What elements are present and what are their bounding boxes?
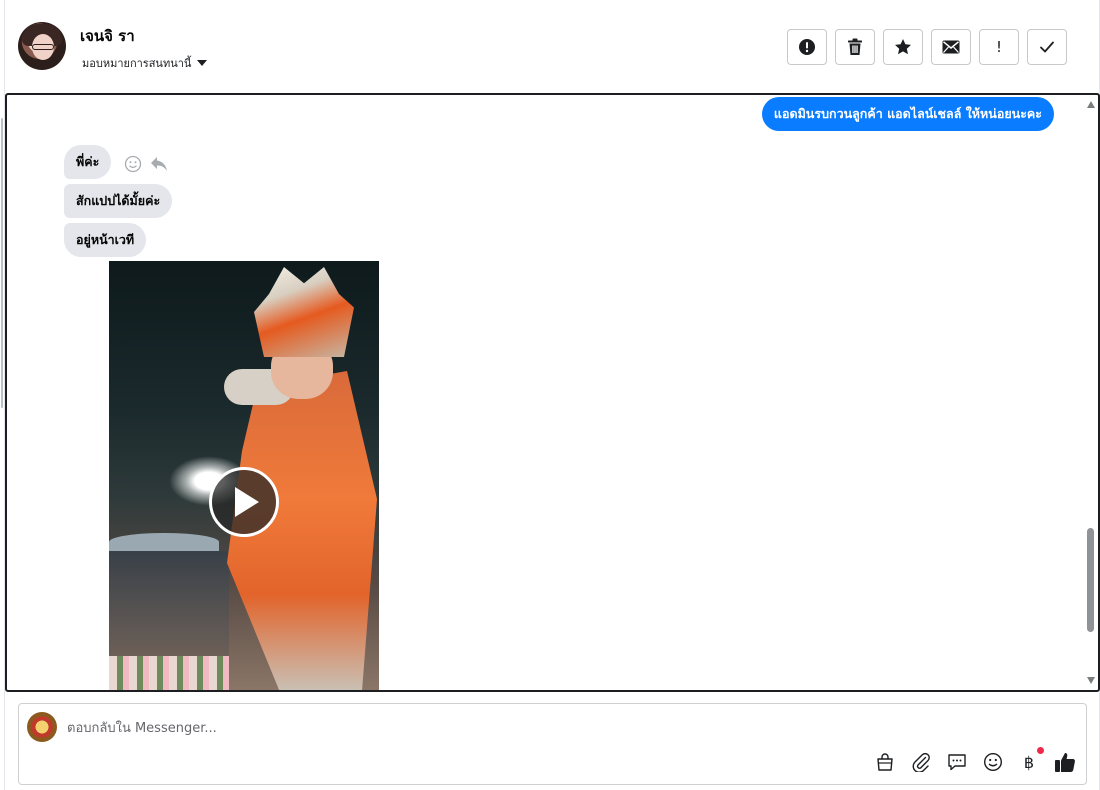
page-avatar bbox=[27, 712, 57, 742]
conversation-header: เจนจิ รา มอบหมายการสนทนานี้ ! bbox=[0, 0, 1100, 92]
envelope-icon bbox=[942, 40, 960, 54]
saved-replies-icon[interactable] bbox=[946, 751, 968, 773]
incoming-message[interactable]: พี่ค่ะ bbox=[64, 145, 112, 179]
play-icon[interactable] bbox=[209, 467, 279, 537]
thread-scrollbar-thumb[interactable] bbox=[1087, 528, 1094, 632]
scroll-up-arrow-icon[interactable] bbox=[1087, 101, 1095, 108]
notification-dot bbox=[1037, 747, 1044, 754]
contact-avatar[interactable] bbox=[18, 22, 66, 70]
star-icon bbox=[894, 38, 912, 56]
assign-conversation-dropdown[interactable]: มอบหมายการสนทนานี้ bbox=[82, 54, 208, 72]
left-scrollbar-thumb[interactable] bbox=[1, 118, 3, 408]
outgoing-message[interactable]: แอดมินรบกวนลูกค้า แอดไลน์เชลล์ ให้หน่อยน… bbox=[761, 97, 1054, 131]
paperclip-icon[interactable] bbox=[910, 751, 932, 773]
thread-scrollbar[interactable] bbox=[1084, 95, 1098, 690]
conversation-toolbar: ! bbox=[787, 29, 1067, 65]
incoming-message[interactable]: สักแปปได้มั้ยค่ะ bbox=[64, 184, 173, 218]
assign-conversation-label: มอบหมายการสนทนานี้ bbox=[82, 57, 192, 70]
mark-unread-button[interactable] bbox=[931, 29, 971, 65]
follow-up-button[interactable]: ! bbox=[979, 29, 1019, 65]
video-attachment[interactable] bbox=[109, 261, 379, 690]
spam-button[interactable] bbox=[787, 29, 827, 65]
message-thread[interactable]: แอดมินรบกวนลูกค้า แอดไลน์เชลล์ ให้หน่อยน… bbox=[5, 93, 1100, 692]
incoming-message[interactable]: อยู่หน้าเวที bbox=[64, 223, 147, 257]
caret-down-icon bbox=[197, 60, 208, 66]
composer-tools: ฿ bbox=[874, 747, 1076, 773]
exclamation-icon: ! bbox=[995, 38, 1002, 56]
alert-circle-icon bbox=[798, 38, 816, 56]
baht-symbol: ฿ bbox=[1023, 752, 1035, 772]
reply-composer: ฿ bbox=[18, 703, 1087, 785]
delete-button[interactable] bbox=[835, 29, 875, 65]
react-emoji-icon[interactable] bbox=[124, 155, 142, 177]
star-button[interactable] bbox=[883, 29, 923, 65]
trash-icon bbox=[847, 38, 863, 56]
emoji-icon[interactable] bbox=[982, 751, 1004, 773]
checkmark-icon bbox=[1039, 40, 1055, 54]
contact-name[interactable]: เจนจิ รา bbox=[80, 24, 135, 48]
reply-input[interactable] bbox=[67, 718, 767, 738]
message-actions bbox=[124, 155, 168, 177]
scroll-down-arrow-icon[interactable] bbox=[1087, 677, 1095, 684]
done-button[interactable] bbox=[1027, 29, 1067, 65]
thumbs-up-icon[interactable] bbox=[1054, 751, 1076, 773]
reply-arrow-icon[interactable] bbox=[150, 156, 168, 176]
shop-bag-icon[interactable] bbox=[874, 751, 896, 773]
baht-icon[interactable]: ฿ bbox=[1018, 747, 1044, 773]
